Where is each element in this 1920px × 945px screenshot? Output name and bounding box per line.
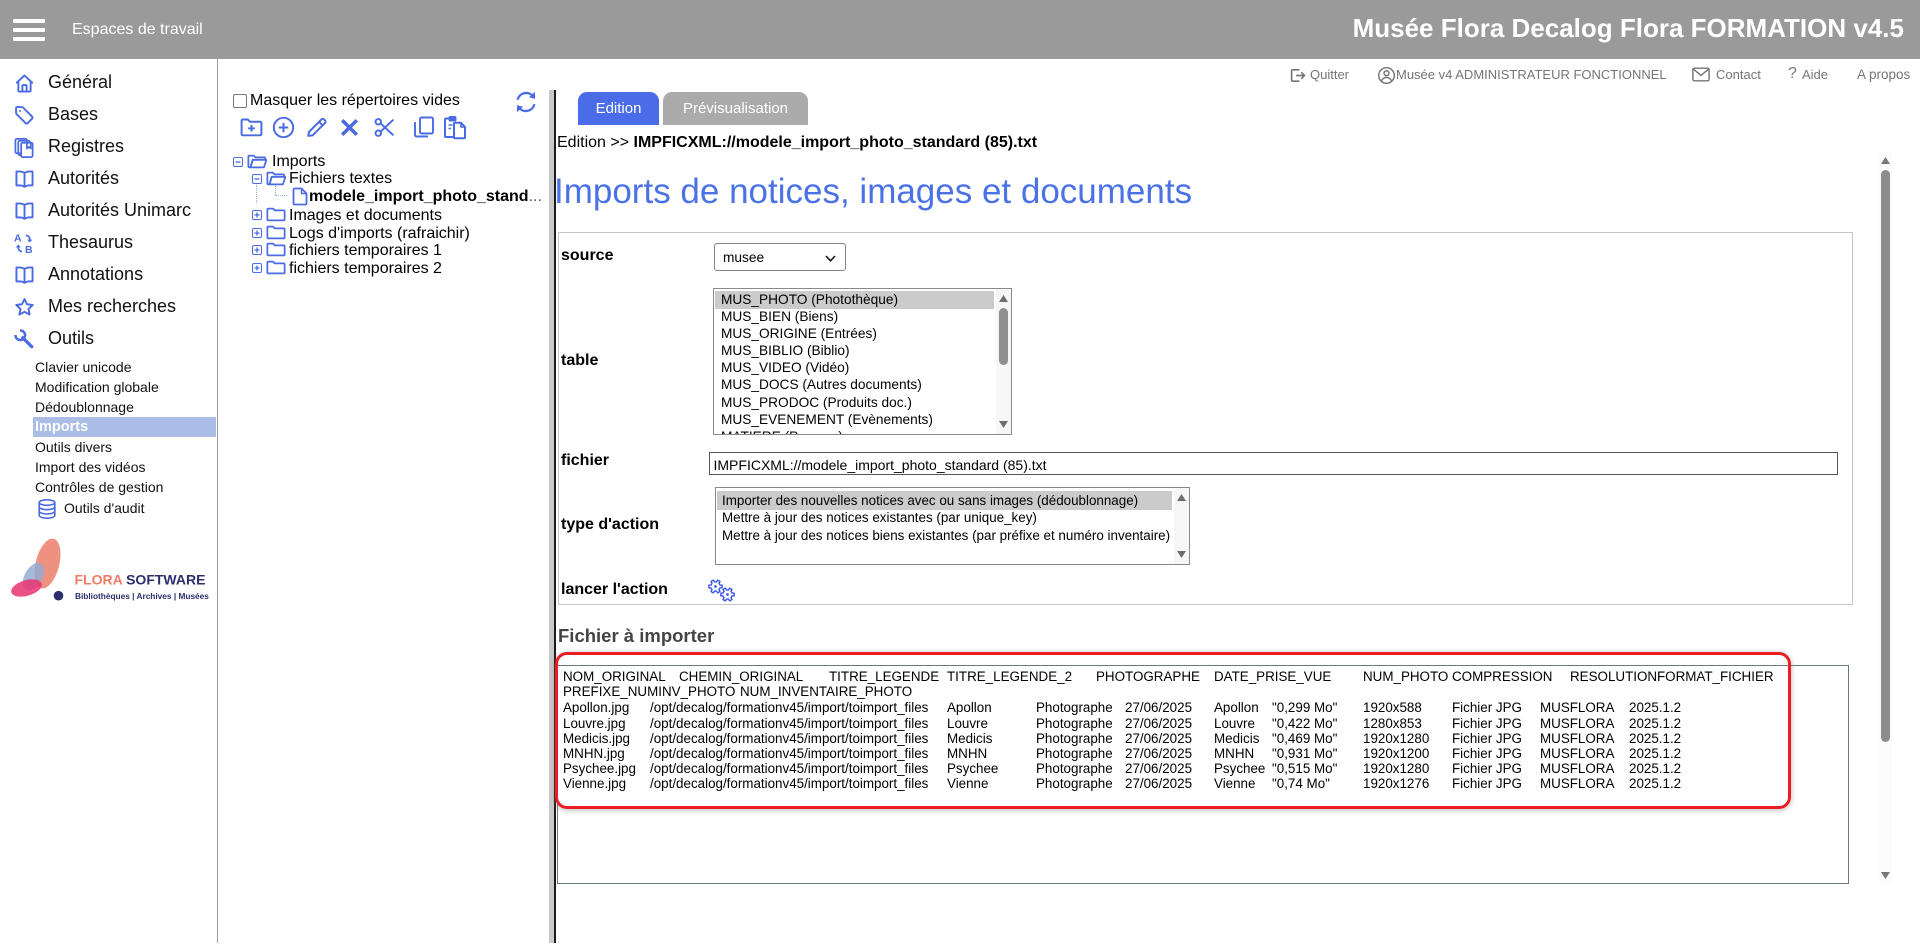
svg-text:A: A xyxy=(14,233,22,245)
svg-text:B: B xyxy=(25,244,33,255)
svg-text:FLORA SOFTWARE: FLORA SOFTWARE xyxy=(75,572,206,588)
svg-text:Bibliothèques | Archives | Mus: Bibliothèques | Archives | Musées xyxy=(75,591,209,601)
